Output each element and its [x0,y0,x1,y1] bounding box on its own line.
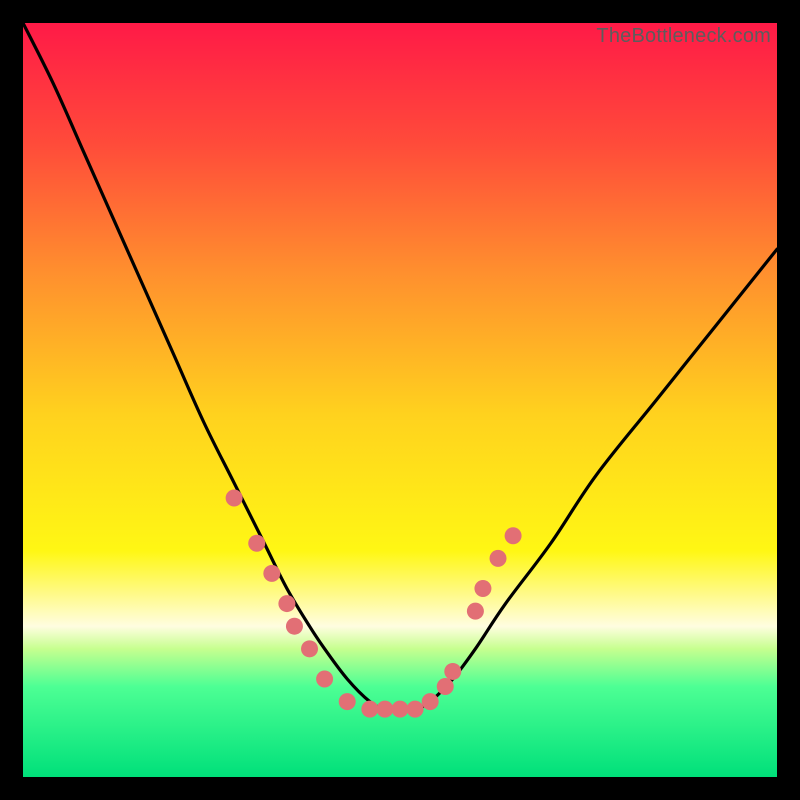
marker-dot [361,701,378,718]
marker-dot [376,701,393,718]
marker-dot [339,693,356,710]
watermark-text: TheBottleneck.com [596,25,771,48]
marker-dot [278,595,295,612]
marker-dot [467,603,484,620]
marker-dot [226,490,243,507]
marker-dot [505,527,522,544]
marker-dot [301,640,318,657]
marker-dot [248,535,265,552]
marker-dot [490,550,507,567]
marker-dot [263,565,280,582]
marker-dot [392,701,409,718]
chart-frame: TheBottleneck.com [23,23,777,777]
marker-dot [422,693,439,710]
marker-dot [444,663,461,680]
gradient-background [23,23,777,777]
marker-dot [437,678,454,695]
marker-dot [474,580,491,597]
marker-dot [316,670,333,687]
marker-dot [407,701,424,718]
marker-dot [286,618,303,635]
bottleneck-chart [23,23,777,777]
